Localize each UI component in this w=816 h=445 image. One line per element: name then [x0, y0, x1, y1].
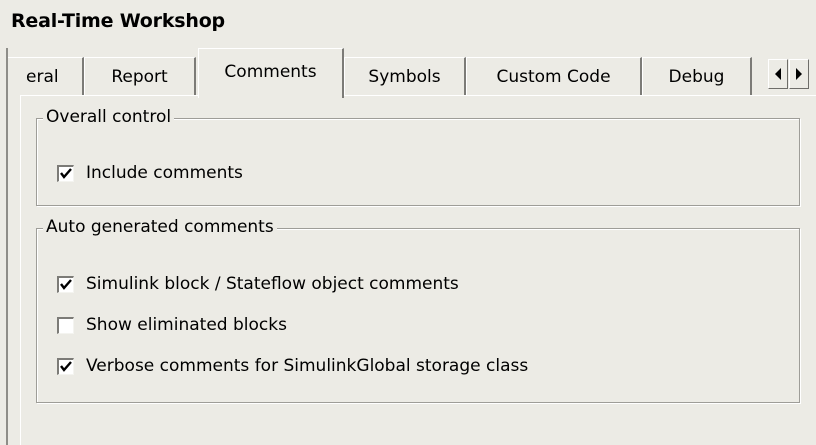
- show-eliminated-blocks-box[interactable]: [57, 316, 74, 334]
- tab-scroll-right-button[interactable]: [789, 59, 809, 89]
- verbose-comments-label: Verbose comments for SimulinkGlobal stor…: [86, 356, 529, 376]
- checkmark-icon: [60, 361, 72, 372]
- tab-debug-label: Debug: [668, 66, 725, 87]
- checkmark-icon: [60, 279, 72, 290]
- tab-general[interactable]: eral: [8, 57, 84, 95]
- verbose-comments-box[interactable]: [57, 357, 74, 375]
- tab-strip: eral Report Comments Symbols Custom Code…: [0, 48, 816, 98]
- tab-symbols[interactable]: Symbols: [344, 57, 466, 95]
- show-eliminated-blocks-label: Show eliminated blocks: [86, 315, 287, 335]
- show-eliminated-blocks-checkbox[interactable]: Show eliminated blocks: [57, 315, 287, 335]
- tab-general-label: eral: [26, 66, 59, 87]
- tab-report-label: Report: [111, 66, 168, 87]
- overall-control-group: Overall control Include comments: [36, 107, 800, 206]
- checkmark-icon: [60, 168, 72, 179]
- page-title: Real-Time Workshop: [11, 10, 225, 32]
- arrow-right-icon: [796, 68, 802, 80]
- panel-left-border: [6, 48, 8, 445]
- include-comments-label: Include comments: [86, 163, 243, 183]
- tab-report[interactable]: Report: [84, 57, 196, 95]
- tab-custom-code-label: Custom Code: [496, 66, 611, 87]
- tab-symbols-label: Symbols: [368, 66, 441, 87]
- tab-comments[interactable]: Comments: [198, 48, 344, 98]
- tab-custom-code[interactable]: Custom Code: [466, 57, 642, 95]
- auto-generated-comments-legend: Auto generated comments: [43, 217, 277, 237]
- simulink-block-comments-checkbox[interactable]: Simulink block / Stateflow object commen…: [57, 274, 459, 294]
- tab-comments-label: Comments: [224, 61, 317, 82]
- tab-debug[interactable]: Debug: [642, 57, 752, 95]
- simulink-block-comments-box[interactable]: [57, 275, 74, 293]
- include-comments-checkbox[interactable]: Include comments: [57, 163, 243, 183]
- tab-scroll-left-button[interactable]: [768, 59, 788, 89]
- include-comments-box[interactable]: [57, 164, 74, 182]
- verbose-comments-checkbox[interactable]: Verbose comments for SimulinkGlobal stor…: [57, 356, 528, 376]
- simulink-block-comments-label: Simulink block / Stateflow object commen…: [86, 274, 459, 294]
- auto-generated-comments-group: Auto generated comments Simulink block /…: [36, 217, 800, 403]
- overall-control-legend: Overall control: [43, 107, 175, 127]
- arrow-left-icon: [775, 68, 781, 80]
